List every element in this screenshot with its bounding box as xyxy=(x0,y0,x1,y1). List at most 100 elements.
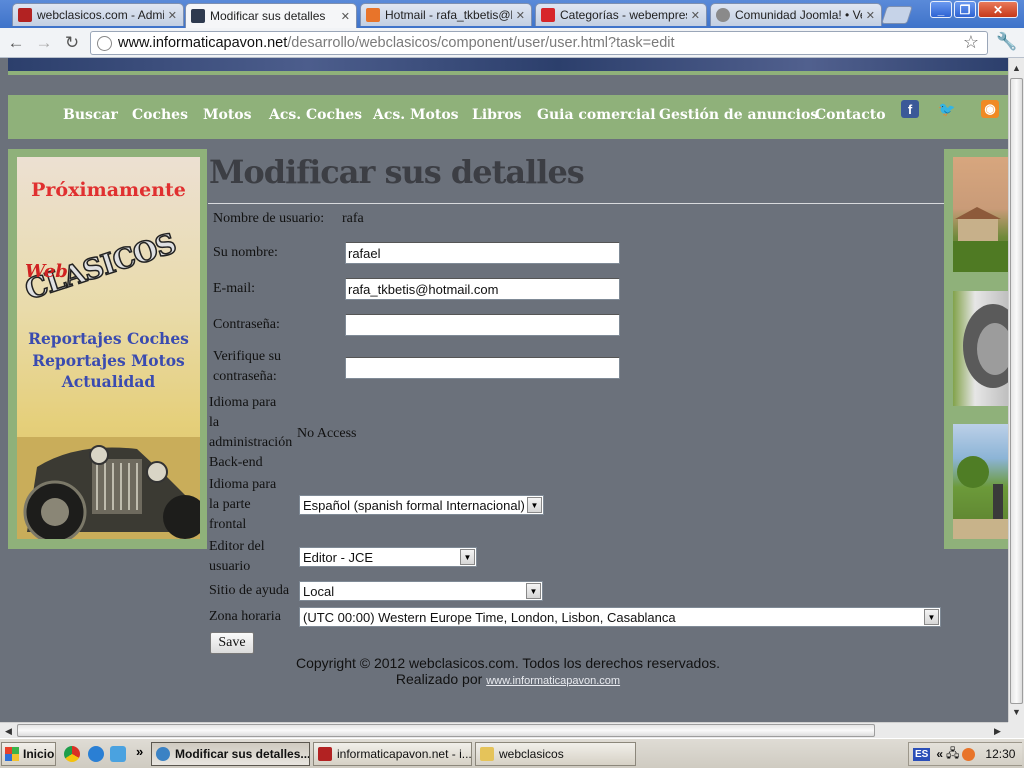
credits-link[interactable]: www.informaticapavon.com xyxy=(486,675,620,687)
page-viewport: Buscar Coches Motos Acs. Coches Acs. Mot… xyxy=(0,58,1008,722)
twitter-icon[interactable]: 🐦 xyxy=(938,100,956,118)
helmet-rider-thumbnail[interactable] xyxy=(953,291,1008,406)
frontend-language-label-line: frontal xyxy=(209,517,247,532)
start-label: Inicio xyxy=(23,747,55,761)
back-arrow-icon[interactable]: ← xyxy=(5,32,27,54)
verify-password-input[interactable] xyxy=(345,357,620,379)
dropdown-arrow-icon[interactable]: ▼ xyxy=(526,583,541,599)
dropdown-arrow-icon[interactable]: ▼ xyxy=(460,549,475,565)
editor-select[interactable]: Editor - JCE ▼ xyxy=(299,547,477,567)
scroll-left-icon[interactable]: ◀ xyxy=(1,723,16,739)
folder-icon xyxy=(480,747,494,761)
proximamente-banner[interactable]: Próximamente CLASICOS Web Reportajes Coc… xyxy=(17,157,200,539)
forward-arrow-icon[interactable]: → xyxy=(33,32,55,54)
rss-icon[interactable]: ◉ xyxy=(981,100,999,118)
countryside-thumbnail[interactable] xyxy=(953,424,1008,539)
tab-modificar-detalles[interactable]: Modificar sus detalles ✕ xyxy=(185,3,357,28)
tab-close-icon[interactable]: ✕ xyxy=(866,9,875,22)
frontend-language-label: Idioma para la parte frontal xyxy=(209,475,276,535)
nav-contacto[interactable]: Contacto xyxy=(815,107,886,123)
close-window-button[interactable]: ✕ xyxy=(978,1,1018,18)
verify-password-label: Verifique su contraseña: xyxy=(213,347,281,387)
quicklaunch-chevron-icon[interactable]: » xyxy=(136,744,143,759)
tab-close-icon[interactable]: ✕ xyxy=(691,9,700,22)
frontend-language-select[interactable]: Español (spanish formal Internacional) ▼ xyxy=(299,495,544,515)
scroll-right-icon[interactable]: ▶ xyxy=(990,723,1005,739)
tab-hotmail[interactable]: Hotmail - rafa_tkbetis@hot ✕ xyxy=(360,3,532,26)
ie-quicklaunch-icon[interactable] xyxy=(88,746,104,762)
name-input[interactable] xyxy=(345,242,620,264)
language-indicator[interactable]: ES xyxy=(913,747,931,761)
page-info-icon[interactable] xyxy=(97,35,112,51)
scroll-up-icon[interactable]: ▲ xyxy=(1009,60,1024,76)
horizontal-scroll-thumb[interactable] xyxy=(17,724,875,737)
maximize-button[interactable]: ❐ xyxy=(954,1,976,18)
credits-prefix: Realizado por xyxy=(395,671,483,687)
nav-guia-comercial[interactable]: Guia comercial xyxy=(537,107,656,123)
network-icon[interactable]: 🖧 xyxy=(946,744,959,765)
scroll-down-icon[interactable]: ▼ xyxy=(1009,704,1024,720)
help-site-select[interactable]: Local ▼ xyxy=(299,581,543,601)
horizontal-scrollbar[interactable]: ◀ ▶ xyxy=(0,722,1008,738)
taskbar-item-chrome[interactable]: Modificar sus detalles... xyxy=(151,742,310,766)
frontend-language-selected: Español (spanish formal Internacional) xyxy=(303,498,525,513)
left-sidebar: Próximamente CLASICOS Web Reportajes Coc… xyxy=(8,149,207,549)
dropdown-arrow-icon[interactable]: ▼ xyxy=(924,609,939,625)
tray-expand-chevron-icon[interactable]: « xyxy=(936,747,943,761)
farmhouse-thumbnail[interactable] xyxy=(953,157,1008,272)
tab-categorias[interactable]: Categorías - webempresa ✕ xyxy=(535,3,707,26)
header-image-strip xyxy=(8,58,1008,75)
new-tab-button[interactable] xyxy=(881,6,913,24)
antivirus-tray-icon[interactable] xyxy=(962,747,976,761)
tab-close-icon[interactable]: ✕ xyxy=(168,9,177,22)
tab-close-icon[interactable]: ✕ xyxy=(341,10,350,23)
chrome-quicklaunch-icon[interactable] xyxy=(64,746,80,762)
password-label: Contraseña: xyxy=(213,317,280,332)
editor-selected: Editor - JCE xyxy=(303,550,374,565)
banner-line: Actualidad xyxy=(61,372,156,391)
save-button[interactable]: Save xyxy=(210,632,254,654)
taskbar-item-label: Modificar sus detalles... xyxy=(175,747,310,761)
vertical-scroll-thumb[interactable] xyxy=(1010,78,1023,704)
chrome-icon xyxy=(156,747,170,761)
start-button[interactable]: Inicio xyxy=(1,742,56,766)
outlook-quicklaunch-icon[interactable] xyxy=(110,746,126,762)
joomla-favicon-icon xyxy=(18,8,32,22)
bookmark-star-icon[interactable]: ☆ xyxy=(963,32,979,53)
facebook-icon[interactable]: f xyxy=(901,100,919,118)
windows-taskbar: Inicio » Modificar sus detalles... infor… xyxy=(0,738,1024,768)
verify-label-line: Verifique su xyxy=(213,349,282,364)
tab-label: Hotmail - rafa_tkbetis@hot xyxy=(385,8,512,22)
password-input[interactable] xyxy=(345,314,620,336)
nav-coches[interactable]: Coches xyxy=(132,107,188,123)
minimize-button[interactable]: _ xyxy=(930,1,952,18)
nav-motos[interactable]: Motos xyxy=(203,107,252,123)
nav-acs-coches[interactable]: Acs. Coches xyxy=(269,107,362,123)
main-content: Modificar sus detalles Nombre de usuario… xyxy=(208,149,944,699)
dropdown-arrow-icon[interactable]: ▼ xyxy=(527,497,542,513)
clock[interactable]: 12:30 xyxy=(985,747,1015,761)
tab-comunidad-joomla[interactable]: Comunidad Joomla! • Ver ✕ xyxy=(710,3,882,26)
nav-gestion-anuncios[interactable]: Gestión de anuncios xyxy=(659,107,818,123)
nav-buscar[interactable]: Buscar xyxy=(63,107,118,123)
timezone-select[interactable]: (UTC 00:00) Western Europe Time, London,… xyxy=(299,607,941,627)
banner-web: Web xyxy=(25,261,68,282)
email-input[interactable] xyxy=(345,278,620,300)
taskbar-item-filezilla[interactable]: informaticapavon.net - i... xyxy=(313,742,472,766)
wrench-menu-icon[interactable]: 🔧 xyxy=(996,32,1017,52)
frontend-language-label-line: la parte xyxy=(209,497,251,512)
address-bar[interactable]: www.informaticapavon.net/desarrollo/webc… xyxy=(90,31,988,55)
tab-close-icon[interactable]: ✕ xyxy=(516,9,525,22)
frontend-language-label-line: Idioma para xyxy=(209,477,277,492)
windows-logo-icon xyxy=(5,747,19,761)
title-divider xyxy=(208,203,944,204)
tab-webclasicos-admin[interactable]: webclasicos.com - Adminis ✕ xyxy=(12,3,184,26)
reload-icon[interactable]: ↻ xyxy=(61,32,83,54)
taskbar-item-folder[interactable]: webclasicos xyxy=(475,742,636,766)
nav-acs-motos[interactable]: Acs. Motos xyxy=(373,107,459,123)
hotmail-favicon-icon xyxy=(366,8,380,22)
vertical-scrollbar[interactable]: ▲ ▼ xyxy=(1008,58,1024,722)
admin-language-value: No Access xyxy=(297,426,357,441)
nav-libros[interactable]: Libros xyxy=(472,107,522,123)
countryside-image xyxy=(953,456,1008,539)
